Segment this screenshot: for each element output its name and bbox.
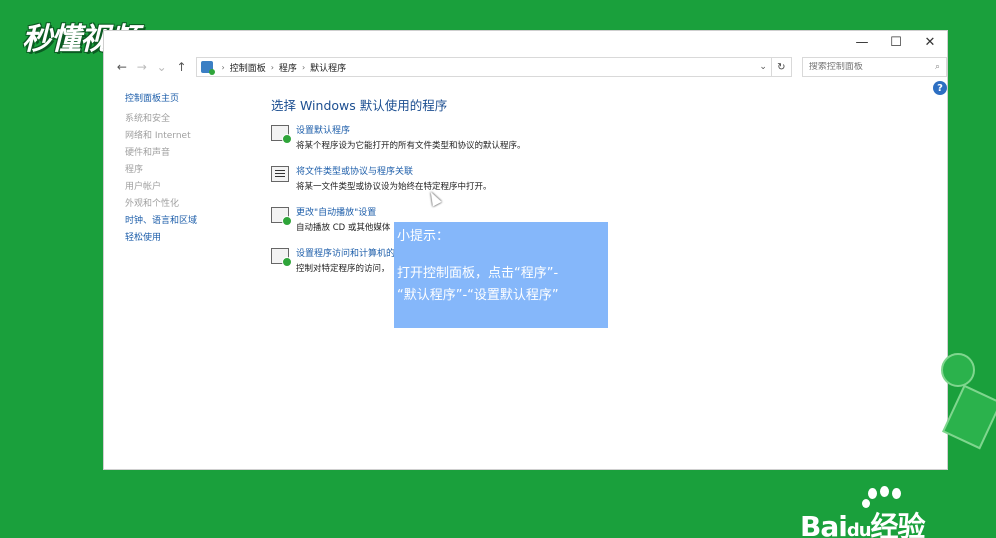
title-bar: — ☐ ✕ (845, 31, 947, 53)
page-title: 选择 Windows 默认使用的程序 (271, 98, 448, 113)
program-access-icon (271, 248, 292, 267)
sidebar-item-ease-of-access[interactable]: 轻松使用 (125, 230, 197, 247)
sidebar-item-network[interactable]: 网络和 Internet (125, 128, 197, 145)
tip-line: 打开控制面板，点击“程序”- (397, 266, 559, 281)
autoplay-icon (271, 207, 292, 226)
tip-overlay: 小提示： 打开控制面板，点击“程序”- “默认程序”-“设置默认程序” (394, 222, 608, 328)
file-association-icon (271, 166, 289, 182)
help-icon[interactable]: ? (933, 81, 947, 95)
jingyan-text: 经验 (870, 510, 926, 538)
search-box[interactable]: ⌕ (801, 57, 947, 77)
set-default-programs-link[interactable]: 设置默认程序 (296, 124, 526, 138)
close-button[interactable]: ✕ (913, 31, 947, 53)
crumb-separator: › (270, 62, 274, 72)
search-input[interactable] (808, 62, 919, 72)
autoplay-settings-link[interactable]: 更改"自动播放"设置 (296, 206, 390, 220)
baidu-jingyan-logo: Baidu经验 (800, 505, 926, 538)
sidebar-item-clock-region[interactable]: 时钟、语言和区域 (125, 213, 197, 230)
sidebar-home-link[interactable]: 控制面板主页 (125, 91, 197, 108)
task-description: 将某一文件类型或协议设为始终在特定程序中打开。 (296, 182, 492, 192)
maximize-button[interactable]: ☐ (879, 31, 913, 53)
breadcrumb[interactable]: › 控制面板 › 程序 › 默认程序 ⌄ (195, 57, 772, 77)
decorative-badge-icon (941, 353, 996, 450)
task-description: 自动播放 CD 或其他媒体 (296, 223, 391, 233)
task-description: 将某个程序设为它能打开的所有文件类型和协议的默认程序。 (296, 141, 526, 151)
sidebar-item-user-accounts[interactable]: 用户帐户 (125, 179, 197, 196)
sidebar: 控制面板主页 系统和安全 网络和 Internet 硬件和声音 程序 用户帐户 … (125, 91, 197, 247)
tip-title: 小提示： (397, 229, 450, 244)
recent-locations-icon[interactable]: ⌄ (152, 60, 172, 74)
tip-line: “默认程序”-“设置默认程序” (397, 288, 559, 303)
sidebar-item-system-security[interactable]: 系统和安全 (125, 111, 197, 128)
task-item: 将文件类型或协议与程序关联 将某一文件类型或协议设为始终在特定程序中打开。 (271, 165, 691, 206)
back-icon[interactable]: ← (112, 60, 132, 74)
minimize-button[interactable]: — (845, 31, 879, 53)
sidebar-item-appearance[interactable]: 外观和个性化 (125, 196, 197, 213)
forward-icon[interactable]: → (132, 60, 152, 74)
search-icon[interactable]: ⌕ (935, 62, 940, 72)
crumb-default-programs[interactable]: 默认程序 (310, 61, 346, 74)
up-icon[interactable]: ↑ (172, 60, 192, 74)
du-text: du (846, 520, 872, 538)
baidu-text: Bai (800, 510, 848, 538)
refresh-icon[interactable]: ↻ (771, 57, 792, 77)
crumb-programs[interactable]: 程序 (279, 61, 297, 74)
associate-file-type-link[interactable]: 将文件类型或协议与程序关联 (296, 165, 492, 179)
control-panel-icon (200, 61, 215, 75)
program-access-link[interactable]: 设置程序访问和计算机的 (296, 247, 395, 261)
sidebar-item-programs[interactable]: 程序 (125, 162, 197, 179)
crumb-separator: › (301, 62, 306, 72)
sidebar-item-hardware[interactable]: 硬件和声音 (125, 145, 197, 162)
default-programs-icon (271, 125, 292, 144)
crumb-control-panel[interactable]: 控制面板 (230, 61, 266, 74)
address-bar: ← → ⌄ ↑ › 控制面板 › 程序 › 默认程序 ⌄ ↻ ⌕ (104, 55, 947, 79)
crumb-separator: › (221, 62, 225, 72)
task-description: 控制对特定程序的访问， (296, 264, 390, 274)
task-item: 设置默认程序 将某个程序设为它能打开的所有文件类型和协议的默认程序。 (271, 124, 691, 165)
chevron-down-icon[interactable]: ⌄ (759, 62, 767, 72)
